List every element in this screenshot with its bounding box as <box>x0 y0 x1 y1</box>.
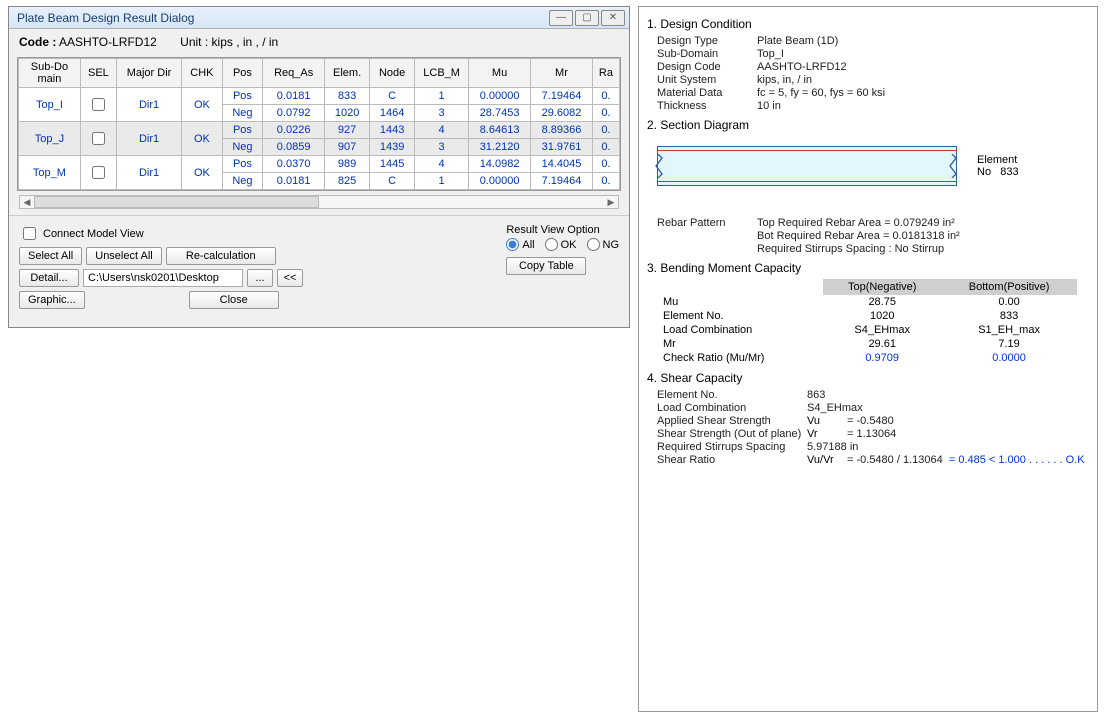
info-line: Code : AASHTO-LRFD12 Unit : kips , in , … <box>9 29 629 55</box>
col-elem[interactable]: Elem. <box>325 59 370 88</box>
col-node[interactable]: Node <box>370 59 415 88</box>
grid-header-row: Sub-Domain SEL Major Dir CHK Pos Req_As … <box>19 59 620 88</box>
result-grid: Sub-Domain SEL Major Dir CHK Pos Req_As … <box>17 57 621 191</box>
path-input[interactable]: C:\Users\nsk0201\Desktop <box>83 269 243 287</box>
section-4-title: 4. Shear Capacity <box>647 371 1089 385</box>
col-sel[interactable]: SEL <box>80 59 116 88</box>
row-select-checkbox[interactable] <box>92 98 105 111</box>
scroll-left-icon[interactable]: ◀ <box>20 197 34 208</box>
radio-all[interactable]: All <box>506 238 534 251</box>
col-mr[interactable]: Mr <box>531 59 593 88</box>
recalculation-button[interactable]: Re-calculation <box>166 247 276 265</box>
minimize-icon: — <box>556 12 566 23</box>
maximize-icon: ▢ <box>582 12 591 23</box>
close-dialog-button[interactable]: Close <box>189 291 279 309</box>
back-button[interactable]: << <box>277 269 303 287</box>
row-select-checkbox[interactable] <box>92 132 105 145</box>
table-row[interactable]: Top_JDir1OKPos0.0226927144348.646138.893… <box>19 122 620 139</box>
section-diagram: Element No 833 <box>657 138 957 194</box>
col-mu[interactable]: Mu <box>469 59 531 88</box>
col-chk[interactable]: CHK <box>182 59 223 88</box>
horizontal-scrollbar[interactable]: ◀ ▶ <box>19 195 619 209</box>
col-pos[interactable]: Pos <box>222 59 263 88</box>
bending-capacity-table: Top(Negative)Bottom(Positive) Mu28.750.0… <box>657 279 1077 365</box>
radio-ok[interactable]: OK <box>545 238 577 251</box>
connect-model-view-label: Connect Model View <box>43 228 144 240</box>
close-icon: ✕ <box>609 12 617 23</box>
col-lcbm[interactable]: LCB_M <box>415 59 469 88</box>
window-title: Plate Beam Design Result Dialog <box>13 11 549 25</box>
col-subdomain[interactable]: Sub-Domain <box>19 59 81 88</box>
col-ra[interactable]: Ra <box>592 59 619 88</box>
section-1-title: 1. Design Condition <box>647 17 1089 31</box>
result-view-option-label: Result View Option <box>506 224 619 236</box>
scroll-right-icon[interactable]: ▶ <box>604 197 618 208</box>
row-select-checkbox[interactable] <box>92 166 105 179</box>
close-button[interactable]: ✕ <box>601 10 625 26</box>
col-majordir[interactable]: Major Dir <box>116 59 181 88</box>
detail-button[interactable]: Detail... <box>19 269 79 287</box>
section-2-title: 2. Section Diagram <box>647 118 1089 132</box>
select-all-button[interactable]: Select All <box>19 247 82 265</box>
maximize-button[interactable]: ▢ <box>575 10 599 26</box>
section-3-title: 3. Bending Moment Capacity <box>647 261 1089 275</box>
unselect-all-button[interactable]: Unselect All <box>86 247 161 265</box>
graphic-button[interactable]: Graphic... <box>19 291 85 309</box>
table-row[interactable]: Top_IDir1OKPos0.0181833C10.000007.194640… <box>19 88 620 105</box>
browse-button[interactable]: ... <box>247 269 273 287</box>
design-result-dialog: Plate Beam Design Result Dialog — ▢ ✕ Co… <box>8 6 630 328</box>
scroll-track[interactable] <box>34 196 604 208</box>
radio-ng[interactable]: NG <box>587 238 620 251</box>
lower-panel: Connect Model View Select All Unselect A… <box>9 215 629 327</box>
table-row[interactable]: Top_MDir1OKPos0.03709891445414.098214.40… <box>19 156 620 173</box>
connect-model-view-checkbox[interactable] <box>23 227 36 240</box>
scroll-thumb[interactable] <box>34 196 319 208</box>
col-reqas[interactable]: Req_As <box>263 59 325 88</box>
minimize-button[interactable]: — <box>549 10 573 26</box>
copy-table-button[interactable]: Copy Table <box>506 257 586 275</box>
detail-panel: 1. Design Condition Design TypePlate Bea… <box>638 6 1098 712</box>
titlebar[interactable]: Plate Beam Design Result Dialog — ▢ ✕ <box>9 7 629 29</box>
